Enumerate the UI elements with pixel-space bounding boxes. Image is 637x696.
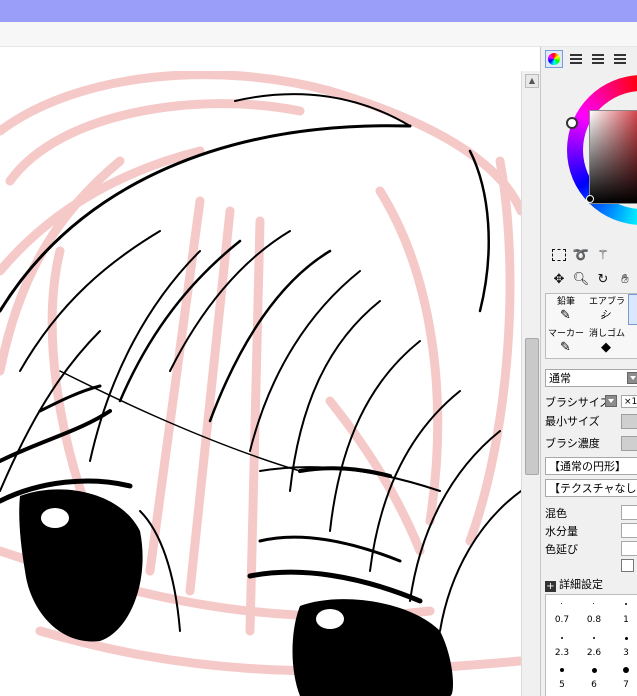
rect-select-icon xyxy=(552,249,566,261)
size-dot xyxy=(593,637,595,639)
tool-marker[interactable]: マーカー ✎ xyxy=(546,326,586,357)
size-dot xyxy=(623,667,629,673)
size-preset[interactable]: 6 xyxy=(578,680,610,690)
color-tab-bar xyxy=(545,50,629,68)
tool-brush[interactable]: 筆 xyxy=(628,294,637,325)
swatch-list-icon xyxy=(614,54,626,64)
rotate-icon: ↻ xyxy=(597,271,609,287)
magic-wand-icon: ⚚ xyxy=(597,247,609,263)
size-preset[interactable]: 3 xyxy=(610,648,637,658)
size-dot xyxy=(625,637,628,640)
color-wheel-tab[interactable] xyxy=(545,50,563,68)
advanced-settings-toggle[interactable]: + 詳細設定 xyxy=(545,576,603,592)
move-tool[interactable]: ✥ xyxy=(549,269,569,289)
magic-wand-tool[interactable]: ⚚ xyxy=(593,245,613,265)
size-dot xyxy=(625,603,627,605)
blend-mode-select[interactable]: 通常 xyxy=(545,369,637,387)
brush-tool-grid: 鉛筆 ✎ エアブラシ ⸗ 筆 マーカー ✎ 消しゴム ◆ 選 xyxy=(545,293,637,359)
size-preset[interactable]: 2.3 xyxy=(546,648,578,658)
sliders-icon xyxy=(592,54,604,64)
size-dot xyxy=(592,668,597,673)
size-preset[interactable]: 1 xyxy=(610,615,637,625)
sliders-icon xyxy=(570,54,582,64)
lasso-icon: ➰ xyxy=(572,247,590,263)
size-dot xyxy=(560,668,564,672)
size-preset[interactable]: 0.7 xyxy=(546,615,578,625)
blend-slider[interactable] xyxy=(621,505,637,520)
min-size-slider[interactable] xyxy=(621,414,637,429)
tool-pencil[interactable]: 鉛筆 ✎ xyxy=(546,294,586,325)
pencil-icon: ✎ xyxy=(560,308,571,323)
move-icon: ✥ xyxy=(553,271,565,287)
tool-eraser[interactable]: 消しゴム ◆ xyxy=(587,326,627,357)
hsv-slider-tab[interactable] xyxy=(589,50,607,68)
hue-ring-marker[interactable] xyxy=(566,117,578,129)
size-preset[interactable]: 2.6 xyxy=(578,648,610,658)
blend-label: 混色 xyxy=(545,507,567,520)
eraser-icon: ◆ xyxy=(601,340,611,355)
magnifier-icon: 🔍︎ xyxy=(572,271,590,287)
brush-shape-select[interactable]: 【通常の円形】 xyxy=(545,457,637,475)
color-stretch-slider[interactable] xyxy=(621,541,637,556)
plus-icon: + xyxy=(545,581,556,592)
size-preset[interactable]: 0.8 xyxy=(578,615,610,625)
size-dot xyxy=(593,603,594,604)
brush-density-slider[interactable] xyxy=(621,436,637,451)
canvas-view-bar xyxy=(0,47,540,72)
water-label: 水分量 xyxy=(545,525,578,538)
scroll-up-arrow-icon[interactable]: ▲ xyxy=(525,74,539,88)
menu-bar xyxy=(0,22,637,47)
swatch-tab[interactable] xyxy=(611,50,629,68)
water-slider[interactable] xyxy=(621,523,637,538)
hand-icon: ✋︎ xyxy=(621,271,629,287)
brush-size-row: ブラシサイズ xyxy=(545,396,611,409)
tool-panel: ➰ ⚚ ✥ 🔍︎ ↻ ✋︎ 鉛筆 ✎ エアブラシ ⸗ 筆 マーカー ✎ 消しゴム… xyxy=(540,47,637,696)
mode-dropdown-icon[interactable] xyxy=(627,372,637,384)
rotate-tool[interactable]: ↻ xyxy=(593,269,613,289)
brush-size-multiplier[interactable]: ×1 xyxy=(621,395,637,408)
zoom-tool[interactable]: 🔍︎ xyxy=(571,269,591,289)
min-size-label: 最小サイズ xyxy=(545,415,600,428)
brush-size-dropdown-icon[interactable] xyxy=(605,395,617,407)
color-stretch-label: 色延び xyxy=(545,543,578,556)
canvas-vertical-scrollbar[interactable]: ▲ xyxy=(521,71,540,696)
selection-tools: ➰ ⚚ ✥ 🔍︎ ↻ ✋︎ xyxy=(549,245,635,289)
size-preset[interactable]: 5 xyxy=(546,680,578,690)
sv-marker[interactable] xyxy=(586,195,594,203)
saturation-value-box[interactable] xyxy=(586,110,637,204)
lasso-tool[interactable]: ➰ xyxy=(571,245,591,265)
window-titlebar xyxy=(0,0,637,22)
scrollbar-thumb[interactable] xyxy=(525,338,539,475)
drawing-canvas[interactable] xyxy=(0,71,521,696)
size-dot xyxy=(561,637,563,639)
lineart-drawing xyxy=(0,71,521,696)
marker-icon: ✎ xyxy=(560,340,571,355)
size-preset[interactable]: 7 xyxy=(610,680,637,690)
rect-select-tool[interactable] xyxy=(549,245,569,265)
color-wheel-icon xyxy=(548,53,560,65)
rgb-slider-tab[interactable] xyxy=(567,50,585,68)
option-checkbox[interactable] xyxy=(621,559,634,572)
tool-airbrush[interactable]: エアブラシ ⸗ xyxy=(587,294,627,325)
hand-tool[interactable]: ✋︎ xyxy=(615,269,635,289)
tool-select[interactable]: 選 xyxy=(628,326,637,357)
airbrush-icon: ⸗ xyxy=(601,309,606,324)
brush-texture-select[interactable]: 【テクスチャなし】 xyxy=(545,479,637,497)
brush-size-presets: 0.7 0.8 1 2.3 2.6 3 5 6 7 xyxy=(545,594,637,696)
size-dot xyxy=(561,603,562,604)
brush-density-label: ブラシ濃度 xyxy=(545,437,600,450)
